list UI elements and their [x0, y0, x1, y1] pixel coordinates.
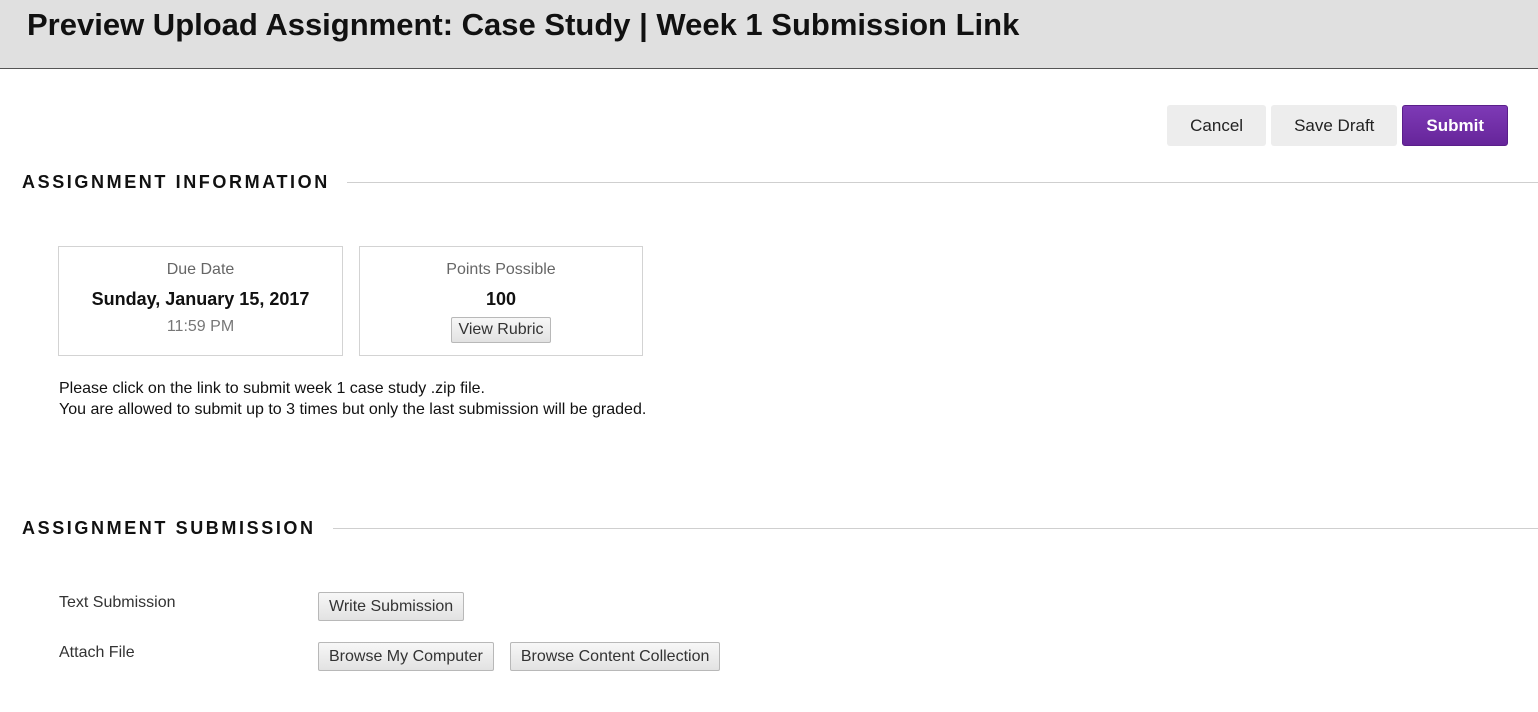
- assignment-instructions: Please click on the link to submit week …: [59, 378, 646, 420]
- instruction-line: Please click on the link to submit week …: [59, 380, 485, 397]
- browse-my-computer-button[interactable]: Browse My Computer: [318, 642, 494, 671]
- write-submission-button[interactable]: Write Submission: [318, 592, 465, 621]
- assignment-information-section-header: ASSIGNMENT INFORMATION: [22, 172, 1538, 193]
- section-divider: [332, 528, 1538, 529]
- section-heading: ASSIGNMENT SUBMISSION: [22, 518, 316, 538]
- section-heading: ASSIGNMENT INFORMATION: [22, 172, 330, 192]
- submit-button[interactable]: Submit: [1402, 105, 1508, 146]
- section-divider: [346, 182, 1538, 183]
- attach-file-label: Attach File: [59, 644, 135, 661]
- due-date-card: Due Date Sunday, January 15, 2017 11:59 …: [58, 246, 343, 356]
- attach-file-actions: Browse My Computer Browse Content Collec…: [318, 642, 721, 671]
- cancel-button[interactable]: Cancel: [1167, 105, 1267, 146]
- due-date-label: Due Date: [166, 261, 235, 278]
- text-submission-label: Text Submission: [59, 594, 176, 611]
- due-date-value: Sunday, January 15, 2017: [91, 289, 310, 309]
- assignment-submission-section-header: ASSIGNMENT SUBMISSION: [22, 518, 1538, 539]
- save-draft-button[interactable]: Save Draft: [1271, 105, 1398, 146]
- points-possible-card: Points Possible 100 View Rubric: [359, 246, 643, 356]
- browse-content-collection-button[interactable]: Browse Content Collection: [509, 642, 721, 671]
- action-bar: Cancel Save Draft Submit: [1167, 105, 1508, 146]
- page-header: Preview Upload Assignment: Case Study | …: [0, 0, 1538, 69]
- points-possible-label: Points Possible: [446, 261, 556, 278]
- text-submission-actions: Write Submission: [318, 592, 465, 621]
- points-possible-value: 100: [485, 289, 517, 309]
- instruction-line: You are allowed to submit up to 3 times …: [59, 401, 647, 418]
- page-title: Preview Upload Assignment: Case Study | …: [27, 7, 1020, 42]
- due-time-value: 11:59 PM: [166, 318, 235, 335]
- view-rubric-button[interactable]: View Rubric: [451, 317, 551, 343]
